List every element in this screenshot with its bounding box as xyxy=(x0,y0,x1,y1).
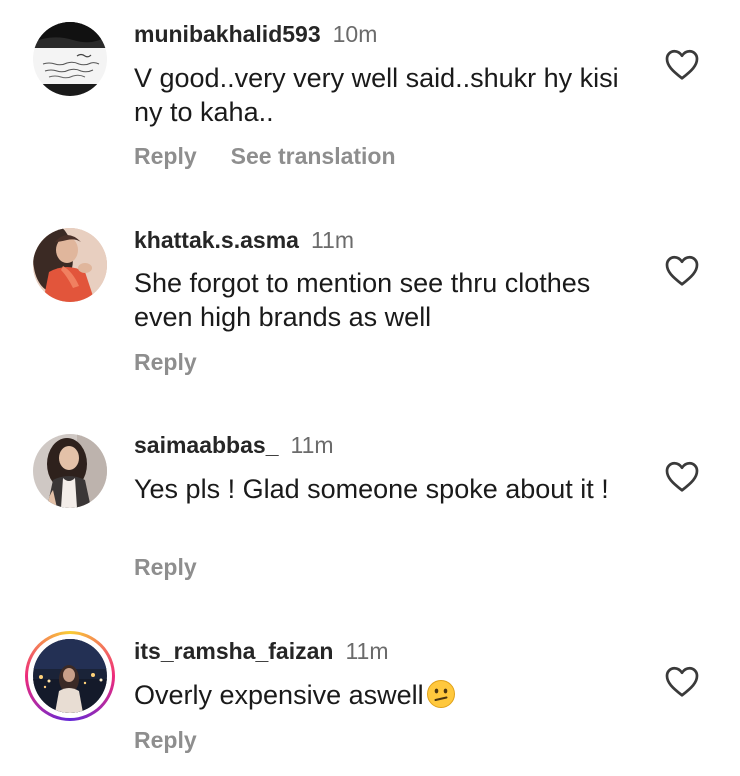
avatar xyxy=(33,639,107,713)
timestamp: 11m xyxy=(345,638,389,664)
night-city-avatar-icon xyxy=(33,639,107,713)
woman-red-dress-avatar-icon xyxy=(33,228,107,302)
comment-text: V good..very very well said..shukr hy ki… xyxy=(134,63,619,127)
timestamp: 11m xyxy=(310,227,354,253)
woman-portrait-avatar-icon xyxy=(33,434,107,508)
comment-actions: Reply xyxy=(134,727,197,754)
comment-header: saimaabbas_ 11m xyxy=(134,432,334,459)
comment-text-content: Overly expensive aswell xyxy=(134,680,424,710)
comment-text: Overly expensive aswell xyxy=(134,678,634,712)
see-translation-button[interactable]: See translation xyxy=(231,143,396,169)
comment-actions: Reply See translation xyxy=(134,143,396,170)
confused-face-emoji-icon xyxy=(426,679,456,709)
like-heart-icon[interactable] xyxy=(664,664,700,698)
timestamp: 11m xyxy=(290,432,334,458)
story-ring[interactable] xyxy=(25,631,115,721)
like-heart-icon[interactable] xyxy=(664,47,700,81)
avatar[interactable] xyxy=(33,22,107,96)
comment-header: khattak.s.asma 11m xyxy=(134,227,354,254)
username[interactable]: munibakhalid593 xyxy=(134,21,321,47)
reply-button[interactable]: Reply xyxy=(134,349,197,375)
timestamp: 10m xyxy=(332,21,378,47)
username[interactable]: its_ramsha_faizan xyxy=(134,638,333,664)
comment-text: She forgot to mention see thru clothes e… xyxy=(134,268,591,332)
avatar[interactable] xyxy=(33,228,107,302)
reply-button[interactable]: Reply xyxy=(134,143,197,169)
comment-text: Yes pls ! Glad someone spoke about it ! xyxy=(134,474,609,504)
username[interactable]: saimaabbas_ xyxy=(134,432,278,458)
comment-actions: Reply xyxy=(134,349,197,376)
comment-header: munibakhalid593 10m xyxy=(134,21,377,48)
like-heart-icon[interactable] xyxy=(664,459,700,493)
like-heart-icon[interactable] xyxy=(664,253,700,287)
reply-button[interactable]: Reply xyxy=(134,727,197,753)
reply-button[interactable]: Reply xyxy=(134,554,197,580)
urdu-text-avatar-icon xyxy=(33,22,107,96)
comment-header: its_ramsha_faizan 11m xyxy=(134,638,388,665)
username[interactable]: khattak.s.asma xyxy=(134,227,299,253)
avatar[interactable] xyxy=(33,434,107,508)
comment-actions: Reply xyxy=(134,554,197,581)
